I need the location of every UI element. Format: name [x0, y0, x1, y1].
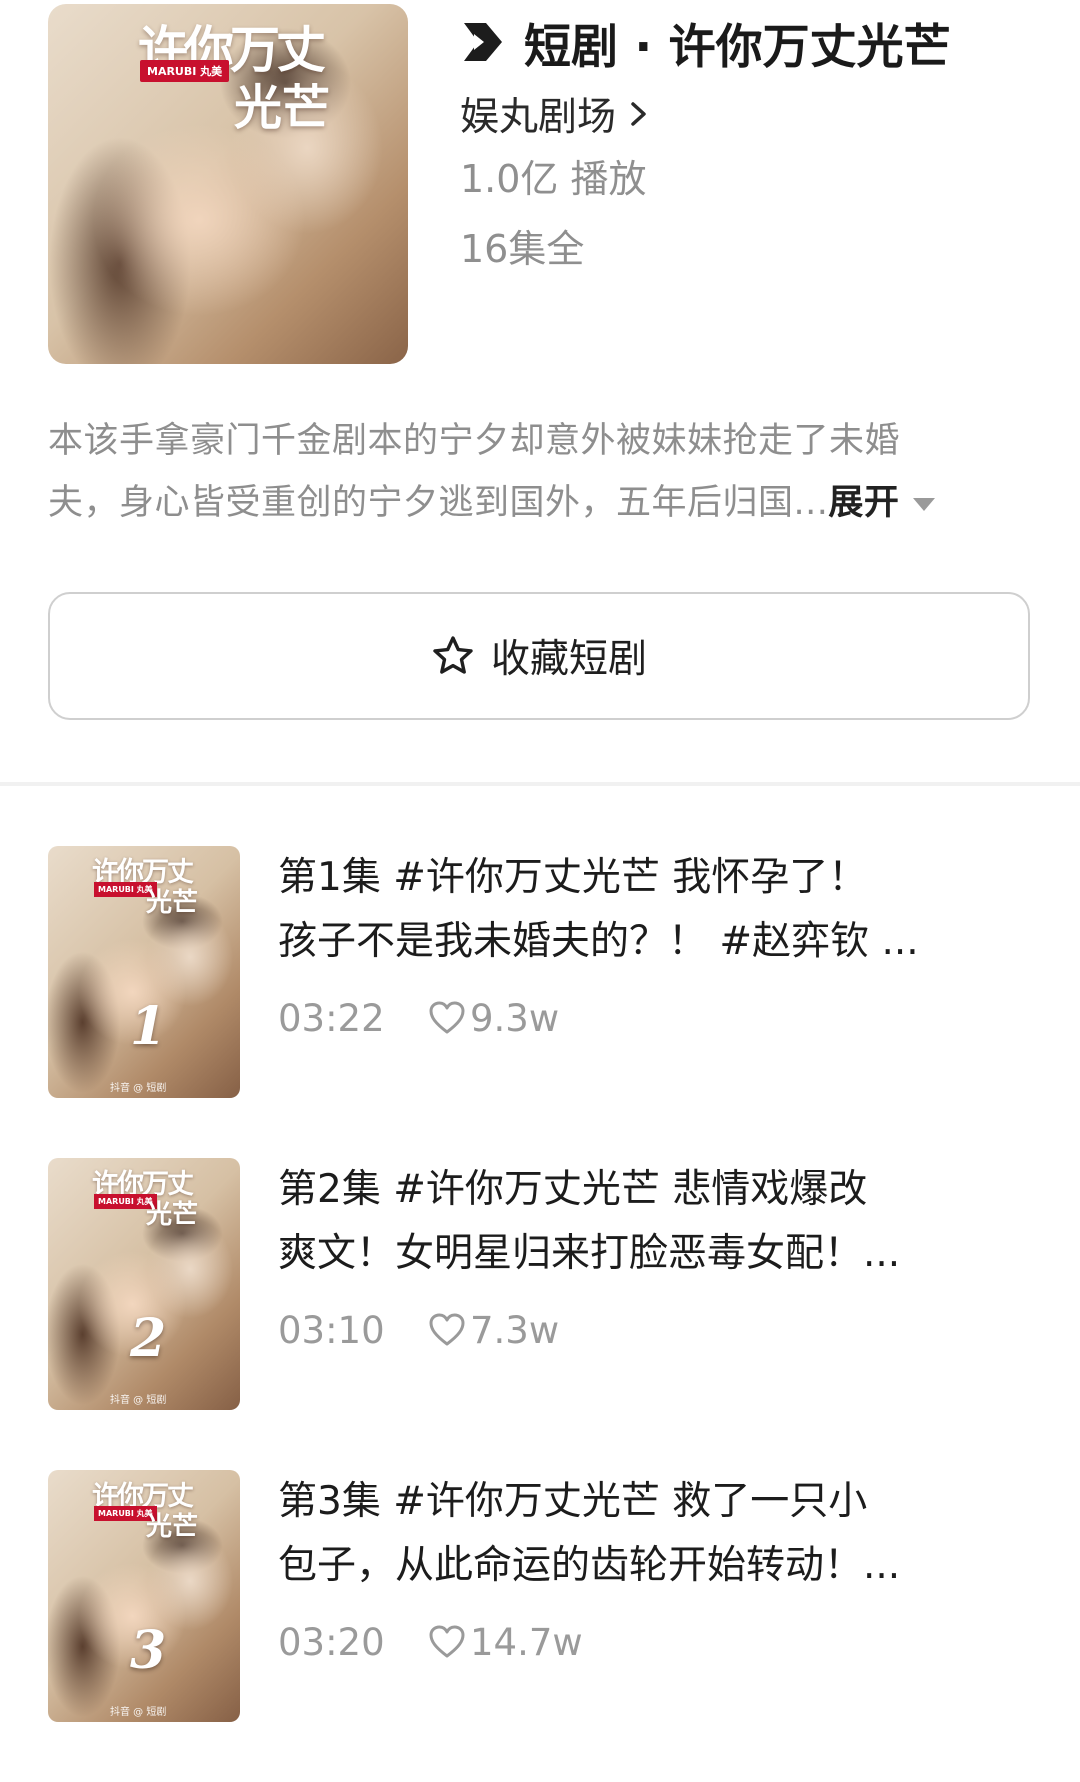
- description-line-2-text: 夫，身心皆受重创的宁夕逃到国外，五年后归国...: [48, 483, 829, 523]
- chevron-right-icon: [631, 102, 646, 126]
- episode-meta: 03:10 7.3w: [278, 1304, 1028, 1356]
- episode-likes: 14.7w: [470, 1620, 583, 1664]
- episode-duration: 03:22: [278, 996, 385, 1040]
- favorite-drama-button[interactable]: 收藏短剧: [48, 592, 1030, 720]
- caret-down-icon: [913, 497, 936, 511]
- studio-name: 娱丸剧场: [460, 95, 617, 140]
- episode-title[interactable]: 第2集 #许你万丈光芒 悲情戏爆改 爽文！女明星归来打脸恶毒女配！...: [278, 1158, 1028, 1286]
- show-cover-image[interactable]: 许你万丈 MARUBI 丸美 光芒: [48, 4, 408, 364]
- episode-duration: 03:10: [278, 1308, 385, 1352]
- thumb-title-text-2: 光芒: [146, 1512, 199, 1542]
- thumb-title-text-2: 光芒: [146, 1200, 199, 1230]
- episode-body: 第3集 #许你万丈光芒 救了一只小 包子，从此命运的齿轮开始转动！... 03:…: [278, 1470, 1028, 1668]
- thumb-episode-number: 1: [130, 996, 167, 1057]
- expand-button[interactable]: 展开: [828, 483, 936, 523]
- episode-item[interactable]: 许你万丈 MARUBI 丸美 光芒 2 抖音 @ 短剧 第2集 #许你万丈光芒 …: [48, 1158, 1038, 1410]
- episode-count: 16集全: [460, 227, 585, 271]
- description-line-1: 本该手拿豪门千金剧本的宁夕却意外被妹妹抢走了未婚: [48, 421, 901, 461]
- episode-thumbnail[interactable]: 许你万丈 MARUBI 丸美 光芒 2 抖音 @ 短剧: [48, 1158, 240, 1410]
- studio-link[interactable]: 娱丸剧场: [460, 84, 1040, 144]
- episode-title-line-1: 第3集 #许你万丈光芒 救了一只小: [278, 1479, 868, 1524]
- short-drama-logo-icon: [464, 23, 502, 61]
- show-title: 短剧 · 许你万丈光芒: [524, 19, 951, 75]
- cover-title-text-2: 光芒: [234, 80, 331, 136]
- thumb-footer: 抖音 @ 短剧: [110, 1707, 167, 1718]
- heart-outline-icon: [429, 1625, 465, 1658]
- star-outline-icon: [433, 636, 473, 674]
- section-divider: [0, 782, 1080, 786]
- cover-brand-badge: MARUBI 丸美: [140, 60, 230, 82]
- episode-title-line-1: 第2集 #许你万丈光芒 悲情戏爆改: [278, 1167, 868, 1212]
- show-header: 许你万丈 MARUBI 丸美 光芒 短剧 · 许你万丈光芒 娱丸剧场 1.0亿 …: [48, 4, 1038, 364]
- show-description: 本该手拿豪门千金剧本的宁夕却意外被妹妹抢走了未婚 夫，身心皆受重创的宁夕逃到国外…: [48, 410, 1038, 534]
- thumb-title-text-2: 光芒: [146, 888, 199, 918]
- episode-list: 许你万丈 MARUBI 丸美 光芒 1 抖音 @ 短剧 第1集 #许你万丈光芒 …: [48, 846, 1038, 1782]
- thumb-footer: 抖音 @ 短剧: [110, 1083, 167, 1094]
- expand-label: 展开: [828, 483, 900, 523]
- episode-title-line-2: 爽文！女明星归来打脸恶毒女配！...: [278, 1231, 901, 1276]
- show-title-row: 短剧 · 许你万丈光芒: [460, 4, 1040, 80]
- episode-duration: 03:20: [278, 1620, 385, 1664]
- thumb-episode-number: 2: [130, 1308, 167, 1369]
- heart-outline-icon: [429, 1001, 465, 1034]
- episode-title-line-2: 孩子不是我未婚夫的？！ #赵弈钦 ...: [278, 919, 919, 964]
- episode-likes: 7.3w: [470, 1308, 560, 1352]
- thumb-episode-number: 3: [130, 1620, 167, 1681]
- episode-title[interactable]: 第1集 #许你万丈光芒 我怀孕了！ 孩子不是我未婚夫的？！ #赵弈钦 ...: [278, 846, 1028, 974]
- episode-body: 第1集 #许你万丈光芒 我怀孕了！ 孩子不是我未婚夫的？！ #赵弈钦 ... 0…: [278, 846, 1028, 1044]
- episode-title[interactable]: 第3集 #许你万丈光芒 救了一只小 包子，从此命运的齿轮开始转动！...: [278, 1470, 1028, 1598]
- thumb-footer: 抖音 @ 短剧: [110, 1395, 167, 1406]
- episode-meta: 03:22 9.3w: [278, 992, 1028, 1044]
- episode-title-line-1: 第1集 #许你万丈光芒 我怀孕了！: [278, 855, 868, 900]
- episode-item[interactable]: 许你万丈 MARUBI 丸美 光芒 3 抖音 @ 短剧 第3集 #许你万丈光芒 …: [48, 1470, 1038, 1722]
- episode-likes: 9.3w: [470, 996, 560, 1040]
- episode-title-line-2: 包子，从此命运的齿轮开始转动！...: [278, 1543, 901, 1588]
- favorite-button-label: 收藏短剧: [490, 637, 647, 682]
- episode-body: 第2集 #许你万丈光芒 悲情戏爆改 爽文！女明星归来打脸恶毒女配！... 03:…: [278, 1158, 1028, 1356]
- episode-thumbnail[interactable]: 许你万丈 MARUBI 丸美 光芒 1 抖音 @ 短剧: [48, 846, 240, 1098]
- heart-outline-icon: [429, 1313, 465, 1346]
- description-line-2: 夫，身心皆受重创的宁夕逃到国外，五年后归国...展开: [48, 472, 1038, 534]
- play-count: 1.0亿 播放: [460, 157, 647, 201]
- episode-thumbnail[interactable]: 许你万丈 MARUBI 丸美 光芒 3 抖音 @ 短剧: [48, 1470, 240, 1722]
- episode-meta: 03:20 14.7w: [278, 1616, 1028, 1668]
- show-info: 短剧 · 许你万丈光芒 娱丸剧场 1.0亿 播放 16集全: [460, 4, 1040, 284]
- episode-item[interactable]: 许你万丈 MARUBI 丸美 光芒 1 抖音 @ 短剧 第1集 #许你万丈光芒 …: [48, 846, 1038, 1098]
